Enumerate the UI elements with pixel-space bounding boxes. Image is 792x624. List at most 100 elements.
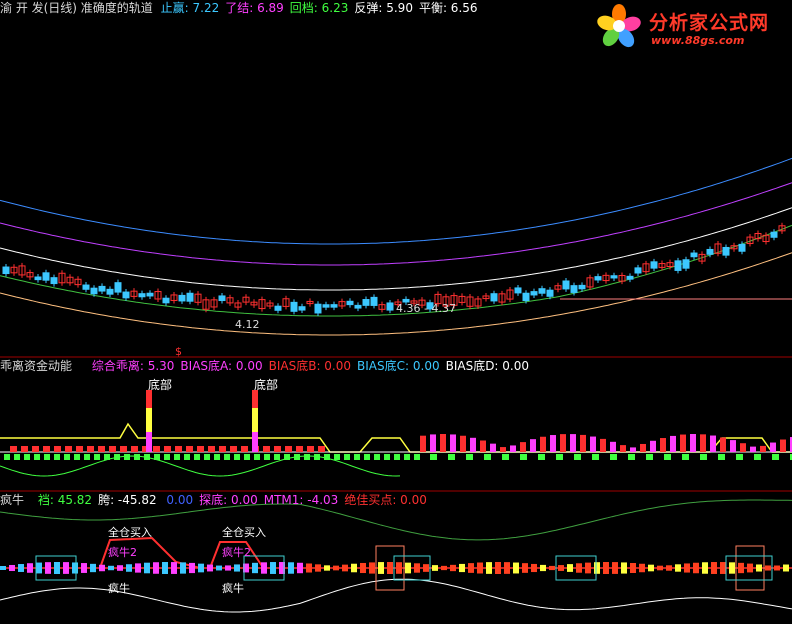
panel3-bar [693, 562, 699, 574]
panel2-bar-top [750, 446, 756, 452]
panel3-bar [342, 564, 348, 572]
candle-body [386, 302, 394, 311]
panel2-bar-red [285, 446, 292, 452]
candle-body [322, 304, 330, 308]
panel3-bar [522, 563, 528, 573]
panel3-bar [423, 564, 429, 572]
panel3-bar [144, 562, 150, 574]
panel2-bar-red [219, 446, 226, 452]
panel2-bar-red [197, 446, 204, 452]
panel2-bar-green [84, 454, 90, 460]
panel3-bar [189, 562, 195, 574]
panel3-indicators: 裆: 45.82 胯: -45.82 0.00 探底: 0.00 MTM1: -4.0… [38, 493, 433, 507]
panel2-bar-red [10, 446, 17, 452]
bottom-label-1: 底部 [148, 378, 173, 392]
panel2-bar-red [43, 446, 50, 452]
candle-body [514, 287, 522, 294]
panel3-bar [153, 562, 159, 574]
panel3-bar [126, 564, 132, 572]
panel2-bar-green [214, 454, 220, 460]
panel3-bar [540, 564, 546, 572]
panel2-bar-top [530, 439, 536, 452]
candle-body [34, 276, 42, 281]
panel3-bar [576, 563, 582, 573]
panel3-bar [18, 564, 24, 572]
candle-body [682, 259, 690, 269]
panel2-indicator-3: BIAS底C: 0.00 [357, 359, 440, 373]
panel2-bar-top [650, 440, 656, 452]
candle-body [2, 266, 10, 275]
panel2-bar-top [720, 437, 726, 452]
panel3-bar [81, 563, 87, 573]
panel3-indicator-1: 胯: -45.82 [98, 493, 157, 507]
candle-body [50, 277, 58, 285]
candle-body [706, 248, 714, 255]
panel2-bar-green [334, 454, 340, 460]
panel2-bar-top [420, 435, 426, 452]
band-line-magenta [0, 182, 792, 266]
candle-body [522, 292, 530, 302]
panel2-bar-top [680, 434, 686, 452]
candle-body [738, 243, 746, 252]
panel2-bar-green [394, 454, 400, 460]
panel3-bar [225, 565, 231, 571]
candle-body [578, 284, 586, 290]
panel2-bar-top [760, 445, 766, 452]
panel2-bar-top [700, 434, 706, 452]
bottom-signal-low-2 [252, 432, 258, 452]
bottom-signal-low-1 [146, 432, 152, 452]
panel2-bar-green [264, 454, 270, 460]
panel3-bar [108, 565, 114, 571]
candle-body [690, 252, 698, 258]
panel2-indicator-4: BIAS底D: 0.00 [445, 359, 530, 373]
candle-body [274, 305, 282, 311]
panel3-bar [135, 563, 141, 573]
panel2-bar-green [4, 454, 10, 460]
panel3-bar [405, 562, 411, 574]
panel2-bar-green [574, 454, 581, 460]
panel2-title: 乖离资金动能 [0, 359, 73, 373]
panel2-bar-green [184, 454, 190, 460]
candle-body [114, 282, 122, 293]
panel3-bar [396, 562, 402, 574]
band-line-cyan [0, 157, 792, 245]
panel2-bar-green [628, 454, 635, 460]
panel3-indicator-5: 绝佳买点: 0.00 [344, 493, 427, 507]
panel2-bar-green [364, 454, 370, 460]
panel2-bar-green [124, 454, 130, 460]
candle-body [298, 306, 306, 311]
crazy-bull-label-1: 疯牛 [108, 582, 130, 595]
panel3-bar [594, 562, 600, 574]
panel2-bar-top [710, 435, 716, 452]
panel3-bar [333, 565, 339, 571]
panel2-header: 乖离资金动能 综合乖离: 5.30 BIAS底A: 0.00 BIAS底B: 0.0… [0, 358, 539, 374]
panel2-bar-red [76, 446, 83, 452]
panel2-indicators: 综合乖离: 5.30 BIAS底A: 0.00 BIAS底B: 0.00 BIAS底C… [92, 359, 535, 373]
panel2-bar-top [470, 437, 476, 452]
panel2-bar-top [560, 434, 566, 452]
panel2-bar-green [224, 454, 230, 460]
panel3-bar [486, 562, 492, 574]
panel2-bar-red [186, 446, 193, 452]
panel3-bar [630, 562, 636, 574]
panel2-bar-top [740, 443, 746, 452]
panel2-bar-green [718, 454, 725, 460]
panel2-bar-green [134, 454, 140, 460]
panel3-bar [612, 562, 618, 574]
panel2-bar-green [754, 454, 761, 460]
panel3-bar [495, 562, 501, 574]
panel3-bar [432, 565, 438, 571]
panel2-bar-top [690, 434, 696, 452]
panel2-bar-top [630, 447, 636, 452]
panel2-bar-green [194, 454, 200, 460]
candle-body [138, 293, 146, 298]
panel2-bar-top [590, 436, 596, 452]
panel3-bar [702, 562, 708, 574]
panel3-bar [648, 564, 654, 572]
candle-body [650, 261, 658, 269]
buy-all-label-2: 全仓买入 [222, 526, 266, 539]
panel2-bar-red [65, 446, 72, 452]
panel2-bar-green [164, 454, 170, 460]
panel3-bar [477, 562, 483, 574]
panel2-bar-green [244, 454, 250, 460]
